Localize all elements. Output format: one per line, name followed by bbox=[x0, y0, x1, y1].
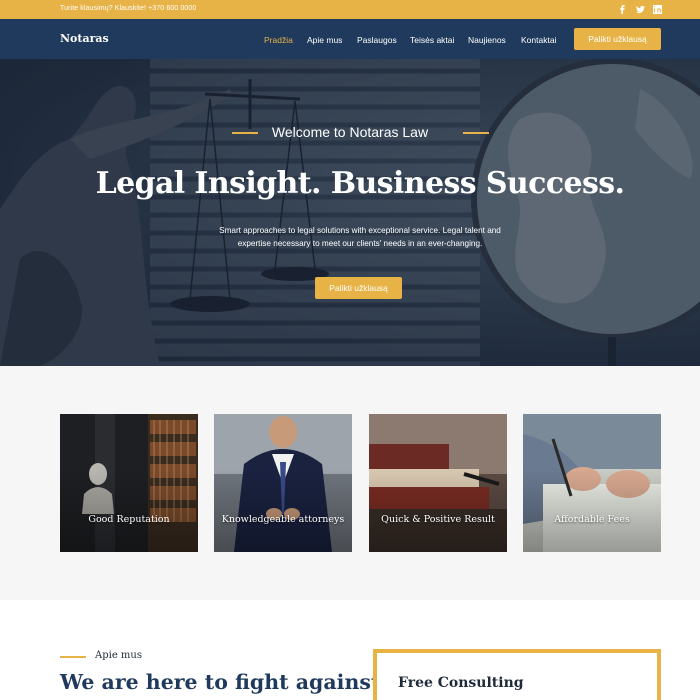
feature-card-attorneys[interactable]: Knowledgeable attorneys bbox=[214, 414, 352, 552]
hero-subtitle-line-2: expertise necessary to meet our clients'… bbox=[237, 238, 483, 248]
hero-overlay bbox=[0, 59, 700, 366]
nav-item-teises-aktai[interactable]: Teisės aktai bbox=[410, 35, 454, 45]
about-kicker-line bbox=[60, 656, 86, 658]
site-logo[interactable]: Notaras bbox=[60, 32, 109, 45]
nav-item-apie-mus[interactable]: Apie mus bbox=[307, 35, 342, 45]
features-section: Good Reputation Knowledgeable attorneys … bbox=[0, 366, 700, 600]
feature-label: Quick & Positive Result bbox=[381, 514, 495, 525]
nav-item-kontaktai[interactable]: Kontaktai bbox=[521, 35, 556, 45]
request-button-header[interactable]: Palikti užklausą bbox=[574, 28, 661, 50]
linkedin-icon[interactable] bbox=[651, 3, 663, 15]
nav-item-naujienos[interactable]: Naujienos bbox=[468, 35, 506, 45]
hero-subtitle: Smart approaches to legal solutions with… bbox=[200, 225, 520, 250]
card-shade bbox=[523, 414, 661, 552]
top-bar: Turite klausimų? Klauskite! +370 600 000… bbox=[0, 0, 700, 19]
about-kicker: Apie mus bbox=[95, 650, 142, 661]
card-shade bbox=[369, 414, 507, 552]
contact-note: Turite klausimų? Klauskite! +370 600 000… bbox=[60, 5, 197, 12]
consulting-title: Free Consulting bbox=[398, 675, 524, 691]
nav-item-pradzia[interactable]: Pradžia bbox=[264, 35, 293, 45]
feature-label: Knowledgeable attorneys bbox=[221, 514, 345, 525]
feature-label: Good Reputation bbox=[88, 514, 170, 525]
main-header: Notaras Pradžia Apie mus Paslaugos Teisė… bbox=[0, 19, 700, 59]
hero-subtitle-line-1: Smart approaches to legal solutions with… bbox=[219, 226, 501, 235]
hero-section: Welcome to Notaras Law Legal Insight. Bu… bbox=[0, 59, 700, 366]
facebook-icon[interactable] bbox=[616, 3, 628, 15]
free-consulting-box: Free Consulting bbox=[373, 649, 661, 700]
eyebrow-line-right bbox=[463, 132, 489, 134]
feature-card-reputation[interactable]: Good Reputation bbox=[60, 414, 198, 552]
card-shade bbox=[60, 414, 198, 552]
card-shade bbox=[214, 414, 352, 552]
feature-card-fees[interactable]: Affordable Fees bbox=[523, 414, 661, 552]
hero-eyebrow: Welcome to Notaras Law bbox=[271, 124, 429, 140]
about-heading: We are here to fight against bbox=[60, 670, 381, 694]
twitter-icon[interactable] bbox=[634, 3, 646, 15]
feature-label: Affordable Fees bbox=[554, 514, 630, 525]
nav-item-paslaugos[interactable]: Paslaugos bbox=[357, 35, 397, 45]
feature-card-result[interactable]: Quick & Positive Result bbox=[369, 414, 507, 552]
request-button-hero[interactable]: Palikti užklausą bbox=[315, 277, 402, 299]
hero-title: Legal Insight. Business Success. bbox=[95, 166, 625, 201]
